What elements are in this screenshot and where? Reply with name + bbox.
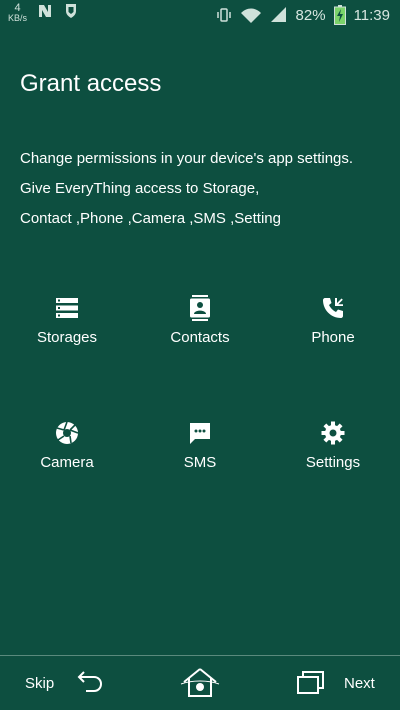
bottom-bar: Skip Next [0, 656, 400, 710]
battery-percent: 82% [295, 6, 326, 24]
settings-icon [321, 420, 345, 446]
permission-settings[interactable]: Settings [278, 420, 388, 471]
wifi-icon [240, 7, 262, 23]
permission-camera[interactable]: Camera [12, 420, 122, 471]
description-line-1: Change permissions in your device's app … [20, 150, 354, 167]
network-speed: 4 KB/s [8, 3, 27, 23]
phone-icon [321, 295, 345, 321]
back-icon[interactable] [76, 668, 104, 701]
skip-button[interactable]: Skip [25, 675, 54, 692]
permission-label: Settings [305, 454, 361, 471]
shield-icon [63, 3, 79, 19]
permission-sms[interactable]: SMS [145, 420, 255, 471]
sms-icon [188, 420, 212, 446]
vibrate-icon [216, 7, 232, 23]
description-line-2: Give EveryThing access to Storage, [20, 180, 260, 197]
permission-label: SMS [183, 454, 217, 471]
camera-icon [55, 420, 79, 446]
permission-label: Contacts [170, 329, 230, 346]
permission-label: Camera [40, 454, 94, 471]
status-left: 4 KB/s [8, 3, 79, 23]
notification-n-icon [37, 3, 53, 19]
contacts-icon [189, 295, 211, 321]
network-speed-unit: KB/s [8, 13, 28, 23]
clock: 11:39 [353, 6, 390, 24]
permission-description: Change permissions in your device's app … [20, 144, 390, 234]
permission-phone[interactable]: Phone [278, 295, 388, 346]
permission-label: Storages [36, 329, 98, 346]
signal-icon [270, 7, 288, 23]
storage-icon [55, 295, 79, 321]
status-right: 82% 11:39 [216, 5, 390, 25]
permission-contacts[interactable]: Contacts [145, 295, 255, 346]
next-button[interactable]: Next [344, 675, 375, 692]
permission-storages[interactable]: Storages [12, 295, 122, 346]
description-line-3: Contact ,Phone ,Camera ,SMS ,Setting [20, 210, 281, 227]
status-bar: 4 KB/s 82% 11:39 [0, 0, 400, 30]
recent-apps-icon[interactable] [296, 668, 326, 701]
home-icon[interactable] [180, 666, 220, 703]
permission-label: Phone [311, 329, 355, 346]
battery-charging-icon [333, 5, 346, 25]
page-title: Grant access [20, 70, 162, 97]
